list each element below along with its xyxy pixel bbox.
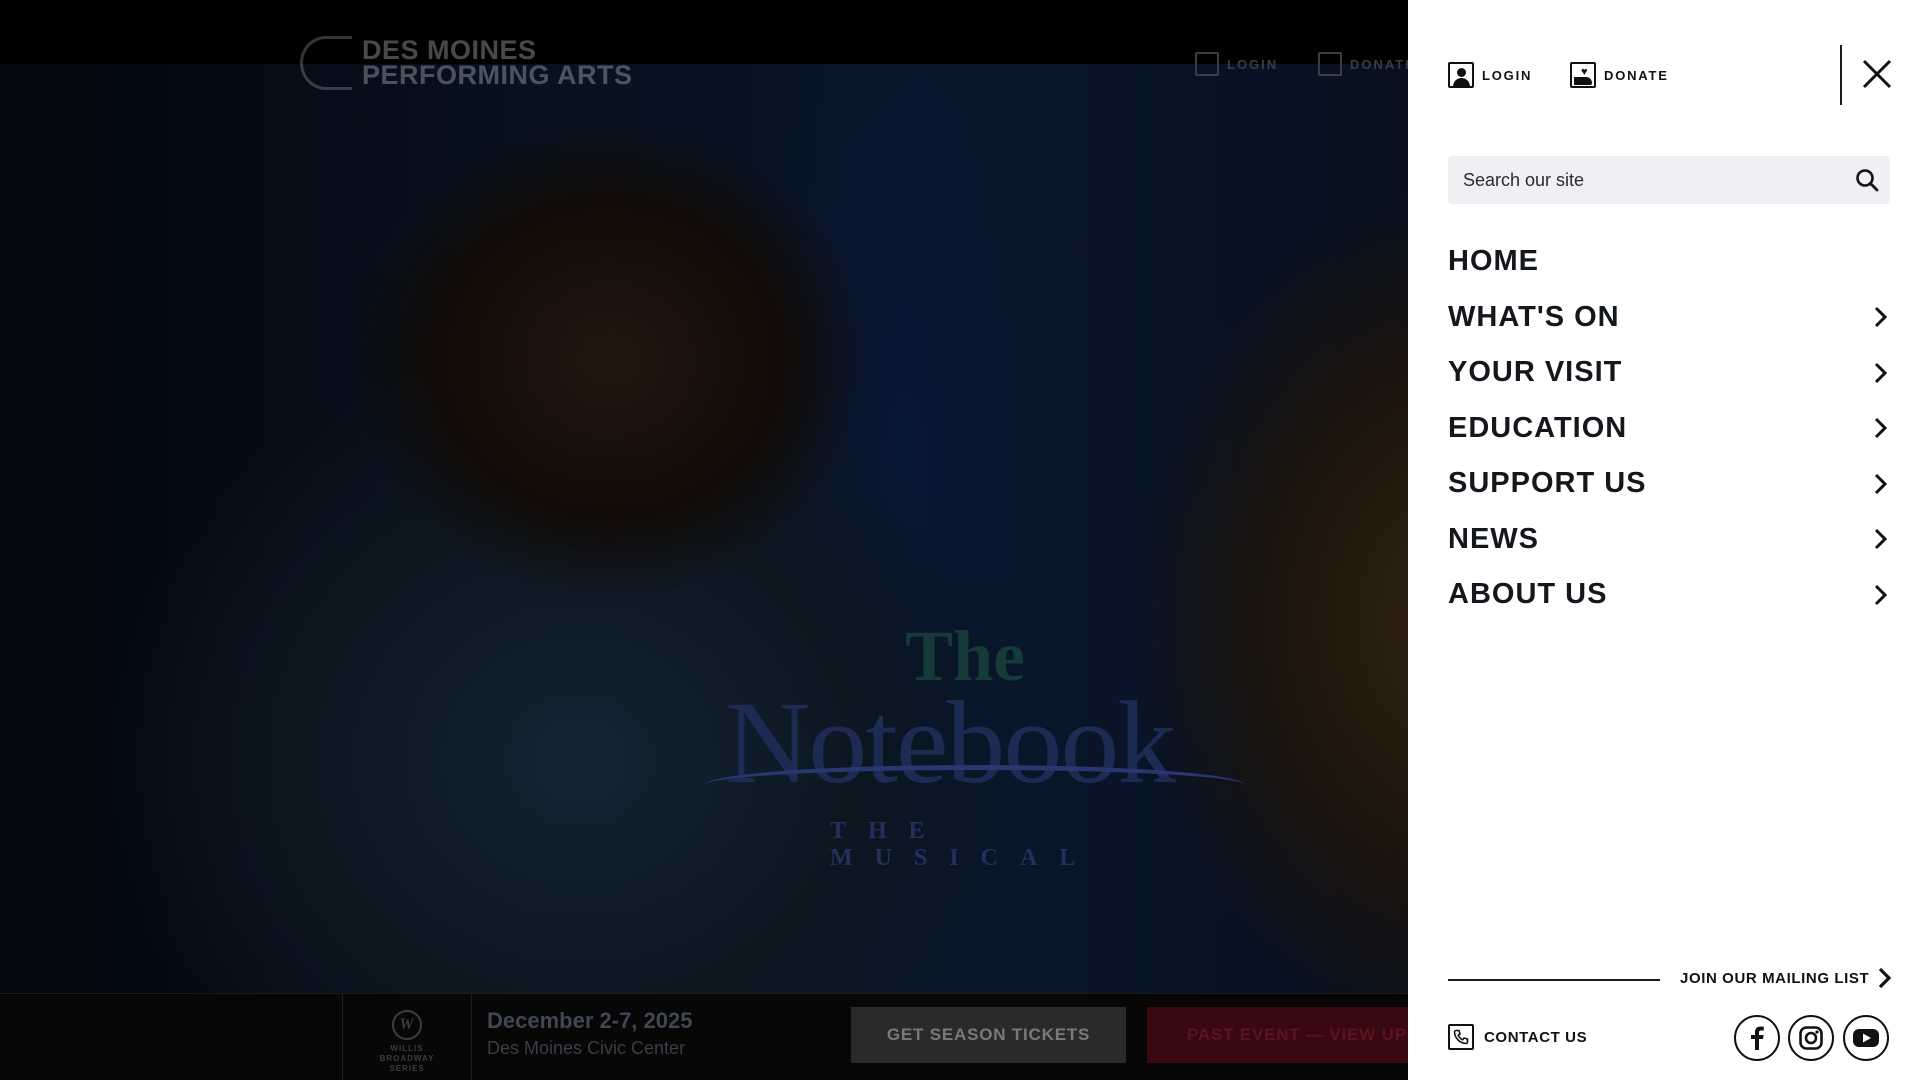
youtube-icon xyxy=(1853,1029,1879,1047)
close-menu-button[interactable] xyxy=(1860,57,1894,91)
search-icon xyxy=(1856,169,1879,192)
facebook-link[interactable] xyxy=(1734,1015,1780,1061)
series-logo-icon: W xyxy=(392,1010,422,1040)
user-icon xyxy=(1448,62,1474,88)
nav-item-your-visit[interactable]: YOUR VISIT xyxy=(1448,345,1890,401)
login-link[interactable]: LOGIN xyxy=(1448,62,1532,88)
mailing-list-link[interactable]: JOIN OUR MAILING LIST xyxy=(1680,967,1892,989)
menu-drawer: LOGIN ♥ DONATE HOME WHAT'S ON xyxy=(1408,0,1920,1080)
search-button[interactable] xyxy=(1854,167,1880,193)
show-title-logo: The Notebook THE MUSICAL xyxy=(705,615,1245,871)
site-logo[interactable]: DES MOINES PERFORMING ARTS xyxy=(300,36,633,90)
series-logo: W WILLIS BROADWAY SERIES xyxy=(372,1010,442,1074)
youtube-link[interactable] xyxy=(1843,1015,1889,1061)
facebook-icon xyxy=(1751,1026,1764,1050)
instagram-link[interactable] xyxy=(1788,1015,1834,1061)
event-venue: Des Moines Civic Center xyxy=(487,1038,686,1058)
chevron-right-icon xyxy=(1879,967,1892,989)
close-icon xyxy=(1862,59,1892,89)
get-season-tickets-button[interactable]: GET SEASON TICKETS xyxy=(851,1007,1126,1063)
user-icon xyxy=(1195,52,1219,76)
donate-icon: ♥ xyxy=(1570,62,1596,88)
mailing-list-divider xyxy=(1448,979,1660,981)
search-input[interactable] xyxy=(1448,156,1838,204)
nav-item-whats-on[interactable]: WHAT'S ON xyxy=(1448,290,1890,346)
chevron-right-icon xyxy=(1874,584,1888,605)
chevron-right-icon xyxy=(1874,529,1888,550)
chevron-right-icon xyxy=(1874,473,1888,494)
main-nav: HOME WHAT'S ON YOUR VISIT EDUCATION SUPP… xyxy=(1448,234,1890,623)
nav-item-about-us[interactable]: ABOUT US xyxy=(1448,567,1890,623)
chevron-right-icon xyxy=(1874,307,1888,328)
logo-mark-icon xyxy=(300,36,352,90)
donate-icon xyxy=(1318,52,1342,76)
event-date: December 2-7, 2025 xyxy=(487,1008,693,1033)
search-box xyxy=(1448,156,1890,204)
nav-item-support-us[interactable]: SUPPORT US xyxy=(1448,456,1890,512)
nav-item-education[interactable]: EDUCATION xyxy=(1448,401,1890,457)
chevron-right-icon xyxy=(1874,418,1888,439)
chevron-right-icon xyxy=(1874,362,1888,383)
phone-icon xyxy=(1448,1024,1474,1050)
contact-us-link[interactable]: CONTACT US xyxy=(1448,1024,1587,1050)
header-donate-link[interactable]: DONATE xyxy=(1318,52,1416,76)
header-login-link[interactable]: LOGIN xyxy=(1195,52,1278,76)
nav-item-home[interactable]: HOME xyxy=(1448,234,1890,290)
instagram-icon xyxy=(1799,1026,1823,1050)
donate-link[interactable]: ♥ DONATE xyxy=(1570,62,1669,88)
past-event-button[interactable]: PAST EVENT — VIEW UPCOMING xyxy=(1147,1007,1427,1063)
nav-item-news[interactable]: NEWS xyxy=(1448,512,1890,568)
close-divider xyxy=(1840,45,1842,105)
